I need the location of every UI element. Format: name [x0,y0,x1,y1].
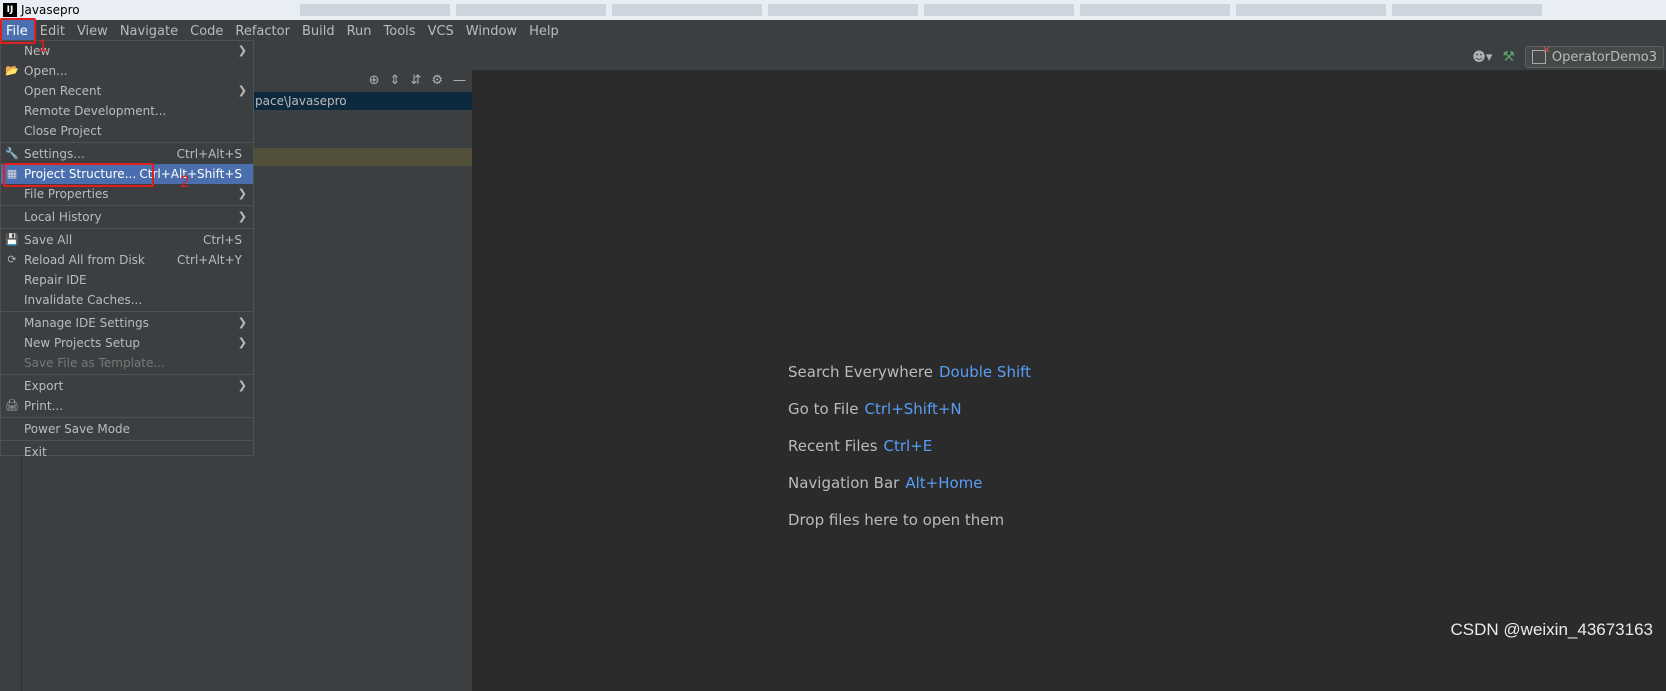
hint-go-to-file: Go to File Ctrl+Shift+N [788,400,962,418]
menu-item-settings[interactable]: 🔧 Settings... Ctrl+Alt+S [1,144,253,164]
menu-item-open[interactable]: 📂 Open... [1,61,253,81]
menu-build[interactable]: Build [296,20,341,44]
menu-item-save-file-as-template: Save File as Template... [24,356,165,370]
user-account-icon[interactable]: ☻▾ [1472,50,1492,65]
collapse-all-icon[interactable]: ⇵ [410,73,421,88]
menu-help[interactable]: Help [523,20,565,44]
menu-item-manage-ide-settings[interactable]: Manage IDE Settings ❯ [1,313,253,333]
hint-search-everywhere: Search Everywhere Double Shift [788,363,1032,381]
hint-drop-files: Drop files here to open them [788,511,1005,529]
run-config-label: OperatorDemo3 [1551,49,1657,65]
submenu-chevron-icon: ❯ [237,336,247,349]
submenu-chevron-icon: ❯ [237,210,247,223]
annotation-step-2: 2 [180,172,190,191]
menu-item-export[interactable]: Export ❯ [1,376,253,396]
build-hammer-icon[interactable]: ⚒ [1502,49,1515,65]
menu-run[interactable]: Run [341,20,378,44]
menu-tools[interactable]: Tools [378,20,422,44]
intellij-app-icon: IJ [3,3,17,17]
csdn-watermark: CSDN @weixin_43673163 [1450,620,1653,639]
editor-empty-hints: Search Everywhere Double Shift Go to File… [788,360,1031,545]
locate-target-icon[interactable]: ⊕ [369,73,380,88]
save-disk-icon: 💾 [5,233,19,246]
menu-separator [1,417,253,418]
menu-separator [1,374,253,375]
submenu-chevron-icon: ❯ [237,187,247,200]
submenu-chevron-icon: ❯ [237,44,247,57]
menu-item-local-history[interactable]: Local History ❯ [1,207,253,227]
background-browser-tabs [300,0,1666,20]
hint-recent-files: Recent Files Ctrl+E [788,437,933,455]
hint-navigation-bar: Navigation Bar Alt+Home [788,474,983,492]
folder-open-icon: 📂 [5,64,19,77]
menu-item-reload-all[interactable]: ⟳ Reload All from Disk Ctrl+Alt+Y [1,250,253,270]
menu-separator [1,205,253,206]
menu-vcs[interactable]: VCS [422,20,460,44]
submenu-chevron-icon: ❯ [237,316,247,329]
menu-item-invalidate-caches[interactable]: Invalidate Caches... [1,290,253,310]
file-menu-dropdown: New ❯ 📂 Open... Open Recent ❯ Remote Devel… [0,40,254,459]
annotation-box-project-structure [3,163,154,187]
minimize-icon[interactable]: — [453,73,466,88]
menu-separator [1,228,253,229]
menu-item-exit[interactable]: Exit [1,442,253,462]
submenu-chevron-icon: ❯ [237,84,247,97]
submenu-chevron-icon: ❯ [237,379,247,392]
reload-icon: ⟳ [7,253,17,266]
printer-icon: 🖨 [5,399,19,412]
gear-icon[interactable]: ⚙ [431,73,443,88]
menu-item-power-save-mode[interactable]: Power Save Mode [1,419,253,439]
menu-item-repair-ide[interactable]: Repair IDE [1,270,253,290]
menu-window[interactable]: Window [460,20,523,44]
menu-separator [1,311,253,312]
editor-area [473,70,1666,691]
menu-item-close-project[interactable]: Close Project [1,121,253,141]
menu-item-file-properties[interactable]: File Properties ❯ [1,184,253,204]
run-configuration-selector[interactable]: OperatorDemo3 [1524,43,1664,68]
menu-item-print[interactable]: 🖨 Print... [1,396,253,416]
run-config-error-icon [1531,43,1551,64]
menu-item-new-projects-setup[interactable]: New Projects Setup ❯ [1,333,253,353]
toolbar-right: ☻▾ ⚒ OperatorDemo3 [1472,43,1666,70]
expand-all-icon[interactable]: ⇕ [390,73,401,88]
menu-separator [1,142,253,143]
menu-separator [1,440,253,441]
wrench-icon: 🔧 [5,147,19,160]
menu-item-remote-development[interactable]: Remote Development... [1,101,253,121]
title-bar: IJ Javasepro [0,0,1666,20]
window-title: Javasepro [21,3,80,17]
menu-item-open-recent[interactable]: Open Recent ❯ [1,81,253,101]
menu-item-save-all[interactable]: 💾 Save All Ctrl+S [1,230,253,250]
annotation-box-file-menu [0,18,36,44]
annotation-step-1: 1 [38,36,48,55]
